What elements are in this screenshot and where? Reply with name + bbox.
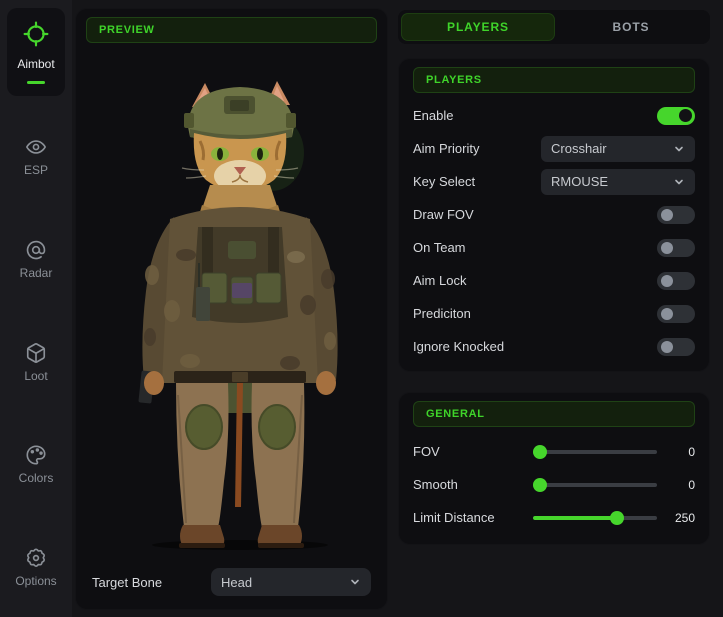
aim-lock-toggle[interactable] (657, 272, 695, 290)
slider-track (533, 483, 657, 487)
crosshair-icon (23, 21, 49, 52)
slider-thumb[interactable] (533, 445, 547, 459)
slider-track (533, 450, 657, 454)
cube-icon (25, 342, 47, 364)
eye-icon (25, 136, 47, 158)
ignore-knocked-toggle[interactable] (657, 338, 695, 356)
smooth-value: 0 (667, 478, 695, 492)
setting-label: Key Select (413, 174, 475, 189)
toggle-knob (661, 308, 673, 320)
target-bone-row: Target Bone Head (92, 568, 371, 596)
key-select-dropdown[interactable]: RMOUSE (541, 169, 695, 195)
setting-label: FOV (413, 444, 533, 459)
players-bots-tabbar: PLAYERS BOTS (398, 10, 710, 44)
sidebar-item-aimbot[interactable]: Aimbot (7, 8, 65, 96)
fov-slider[interactable] (533, 445, 657, 459)
sidebar-item-options[interactable]: Options (0, 547, 72, 588)
sidebar-item-radar[interactable]: Radar (0, 239, 72, 280)
aim-priority-select[interactable]: Crosshair (541, 136, 695, 162)
general-section-header: GENERAL (413, 401, 695, 427)
active-tab-indicator (27, 81, 45, 84)
slider-track (533, 516, 657, 520)
limit-distance-slider[interactable] (533, 511, 657, 525)
setting-row-enable: Enable (413, 99, 695, 132)
on-team-toggle[interactable] (657, 239, 695, 257)
players-settings-panel: PLAYERS Enable Aim Priority Crosshair Ke… (398, 58, 710, 372)
gear-icon (25, 547, 47, 569)
target-bone-value: Head (221, 575, 252, 590)
setting-label: Aim Priority (413, 141, 479, 156)
tab-label: BOTS (613, 20, 650, 34)
setting-label: Limit Distance (413, 510, 533, 525)
tab-bots[interactable]: BOTS (555, 13, 707, 41)
target-bone-select[interactable]: Head (211, 568, 371, 596)
draw-fov-toggle[interactable] (657, 206, 695, 224)
sidebar-item-label: Loot (24, 369, 47, 383)
toggle-knob (661, 209, 673, 221)
chevron-down-icon (673, 176, 685, 188)
enable-toggle[interactable] (657, 107, 695, 125)
tab-label: PLAYERS (447, 20, 509, 34)
sidebar-item-label: Options (15, 574, 56, 588)
sidebar-item-label: Radar (20, 266, 53, 280)
smooth-slider[interactable] (533, 478, 657, 492)
players-section-title: PLAYERS (426, 74, 482, 86)
select-value: Crosshair (551, 141, 607, 156)
setting-row-draw-fov: Draw FOV (413, 198, 695, 231)
sidebar-item-label: ESP (24, 163, 48, 177)
setting-row-aim-priority: Aim Priority Crosshair (413, 132, 695, 165)
setting-row-ignore-knocked: Ignore Knocked (413, 330, 695, 363)
toggle-knob (661, 341, 673, 353)
sidebar-item-label: Aimbot (17, 57, 54, 71)
toggle-knob (661, 242, 673, 254)
setting-row-prediction: Prediciton (413, 297, 695, 330)
toggle-knob (661, 275, 673, 287)
preview-panel: PREVIEW (75, 8, 388, 610)
setting-row-on-team: On Team (413, 231, 695, 264)
setting-label: Ignore Knocked (413, 339, 504, 354)
radar-icon (25, 239, 47, 261)
limit-distance-value: 250 (667, 511, 695, 525)
slider-thumb[interactable] (533, 478, 547, 492)
setting-label: On Team (413, 240, 466, 255)
general-settings-panel: GENERAL FOV 0 Smooth 0 Limit Dis (398, 392, 710, 545)
preview-header-label: PREVIEW (99, 24, 155, 36)
setting-label: Enable (413, 108, 453, 123)
players-settings-rows: Enable Aim Priority Crosshair Key Select… (413, 99, 695, 363)
setting-row-aim-lock: Aim Lock (413, 264, 695, 297)
toggle-knob (679, 109, 692, 122)
setting-row-smooth: Smooth 0 (413, 468, 695, 501)
chevron-down-icon (673, 143, 685, 155)
target-bone-label: Target Bone (92, 575, 162, 590)
setting-label: Draw FOV (413, 207, 474, 222)
general-slider-rows: FOV 0 Smooth 0 Limit Distance (413, 435, 695, 534)
palette-icon (25, 444, 47, 466)
sidebar-item-esp[interactable]: ESP (0, 136, 72, 177)
setting-row-key-select: Key Select RMOUSE (413, 165, 695, 198)
character-preview-image (82, 75, 382, 555)
setting-label: Smooth (413, 477, 533, 492)
sidebar-item-colors[interactable]: Colors (0, 444, 72, 485)
sidebar-item-label: Colors (19, 471, 54, 485)
sidebar-item-loot[interactable]: Loot (0, 342, 72, 383)
select-value: RMOUSE (551, 174, 608, 189)
setting-label: Aim Lock (413, 273, 466, 288)
general-section-title: GENERAL (426, 408, 485, 420)
cheat-menu-window: Aimbot ESP Radar (0, 0, 723, 617)
setting-row-fov: FOV 0 (413, 435, 695, 468)
slider-fill (533, 516, 617, 520)
setting-label: Prediciton (413, 306, 471, 321)
fov-value: 0 (667, 445, 695, 459)
chevron-down-icon (349, 576, 361, 588)
slider-thumb[interactable] (610, 511, 624, 525)
preview-header: PREVIEW (86, 17, 377, 43)
setting-row-limit-distance: Limit Distance 250 (413, 501, 695, 534)
tab-players[interactable]: PLAYERS (401, 13, 555, 41)
sidebar: Aimbot ESP Radar (0, 0, 72, 617)
players-section-header: PLAYERS (413, 67, 695, 93)
prediction-toggle[interactable] (657, 305, 695, 323)
